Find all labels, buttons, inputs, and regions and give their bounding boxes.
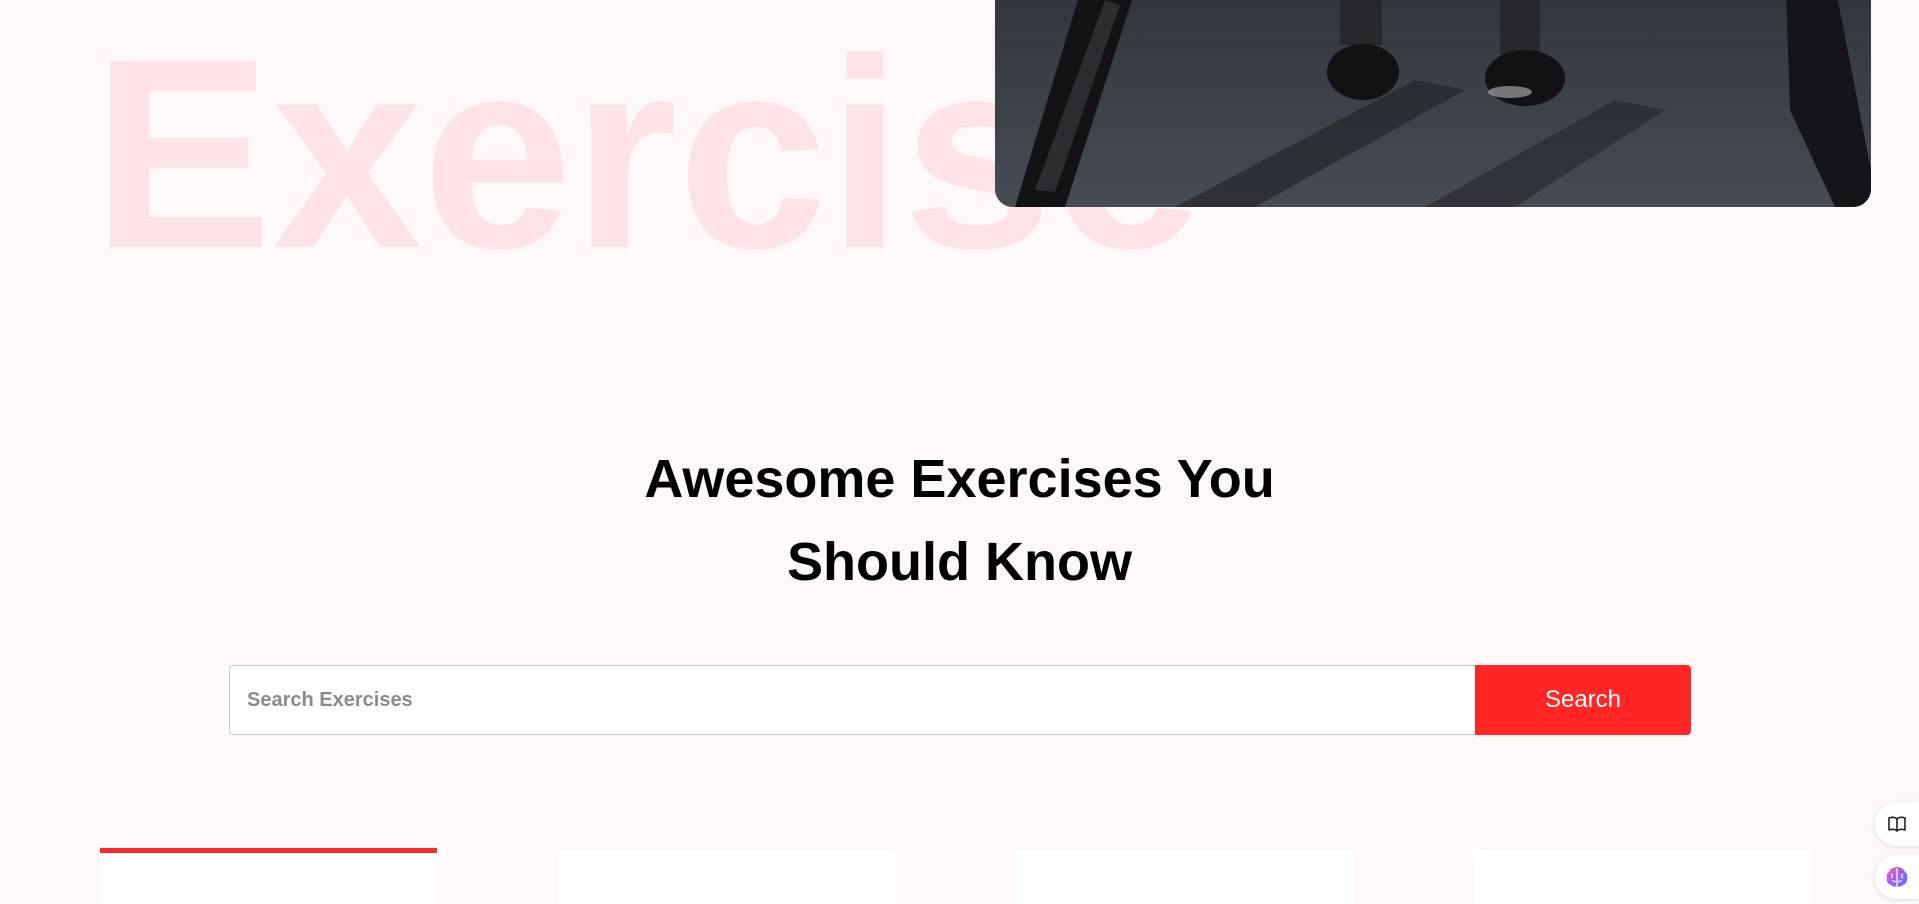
search-button[interactable]: Search (1475, 665, 1691, 735)
brain-icon (1886, 867, 1908, 887)
category-card[interactable] (558, 850, 895, 904)
category-card-active[interactable] (100, 848, 437, 904)
category-card[interactable] (1474, 850, 1811, 904)
hero-photo (995, 0, 1871, 207)
category-card[interactable] (1016, 850, 1353, 904)
hero-banner-image (995, 0, 1871, 207)
book-widget-button[interactable] (1875, 802, 1919, 846)
search-input[interactable] (229, 665, 1475, 735)
assistant-widget-button[interactable] (1875, 855, 1919, 899)
search-bar: Search (229, 665, 1691, 735)
page: Exercise Awesome Exercises You Should Kn… (0, 0, 1919, 904)
category-cards-row (100, 848, 1811, 904)
section-heading-line-2: Should Know (787, 532, 1132, 592)
section-heading-line-1: Awesome Exercises You (644, 449, 1275, 509)
section-heading: Awesome Exercises You Should Know (0, 438, 1919, 604)
book-icon (1888, 816, 1906, 832)
